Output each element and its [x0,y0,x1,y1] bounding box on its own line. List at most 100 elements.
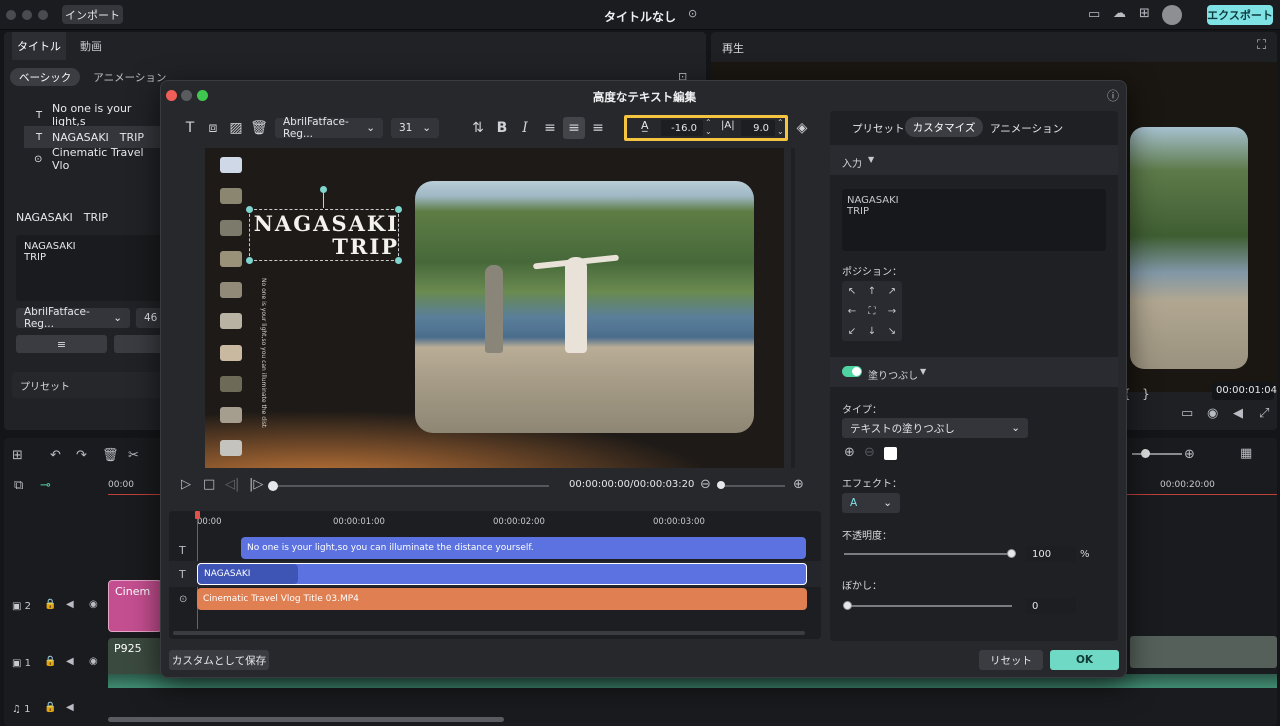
position-bottom-left-icon[interactable]: ↙ [843,322,861,340]
next-frame-icon[interactable]: |▷ [249,477,263,492]
align-right-icon[interactable]: ≡ [563,117,585,139]
edit-canvas[interactable]: NAGASAKI TRIP No one is your light,so yo… [205,148,784,468]
prev-frame-icon[interactable]: ◁| [225,477,239,492]
input-section-header[interactable]: 入力 ▼ [830,145,1118,175]
tab-customize[interactable]: カスタマイズ [905,117,983,137]
add-track-icon[interactable]: ⧉ [14,478,23,493]
position-center-icon[interactable]: ⛶ [863,302,881,320]
playhead-marker[interactable] [195,511,200,519]
position-top-left-icon[interactable]: ↖ [843,282,861,300]
fill-type-select[interactable]: テキストの塗りつぶし ⌄ [842,418,1028,438]
text-item-subtitle[interactable]: T No one is your light,s [24,102,164,128]
tab-animation[interactable]: アニメーション [990,121,1063,136]
delete-icon[interactable]: 🗑 [248,117,270,139]
position-bottom-icon[interactable]: ↓ [863,322,881,340]
save-as-custom-button[interactable]: カスタムとして保存 [169,650,269,670]
tab-video[interactable]: 動画 [66,32,116,60]
subtitle-clip[interactable]: No one is your light,so you can illumina… [241,537,806,559]
link-icon[interactable]: ⊸ [40,478,51,493]
position-left-icon[interactable]: ← [843,302,861,320]
text-input-area[interactable]: NAGASAKI TRIP [16,235,164,301]
preset-section[interactable]: プリセット [12,372,164,398]
volume-icon[interactable]: ◀ [66,656,74,667]
remove-color-icon[interactable]: ⊖ [864,445,875,460]
position-right-icon[interactable]: → [883,302,901,320]
export-button[interactable]: エクスポート [1207,5,1273,25]
blur-slider[interactable] [844,605,1012,607]
text-direction-icon[interactable]: ⇅ [467,117,489,139]
add-shape-icon[interactable]: ⧈ [202,117,224,139]
text-item-video[interactable]: ⊙ Cinematic Travel Vlo [24,146,164,172]
caret-down-icon[interactable]: ▼ [920,367,926,376]
char-spacing-input[interactable]: -16.0 [661,120,703,136]
position-bottom-right-icon[interactable]: ↘ [883,322,901,340]
lock-icon[interactable]: 🔒 [44,599,56,610]
align-button[interactable]: ≡ [16,335,107,353]
line-spacing-stepper[interactable]: ⌃ ⌄ [777,118,784,136]
zoom-in-icon[interactable]: ⊕ [1184,447,1195,462]
zoom-slider-knob[interactable] [717,481,725,489]
position-top-icon[interactable]: ↑ [863,282,881,300]
apps-icon[interactable]: ⊞ [1139,6,1150,21]
eye-icon[interactable]: ◉ [89,656,98,667]
bold-icon[interactable]: B [491,117,513,139]
video-clip[interactable]: Cinematic Travel Vlog Title 03.MP4 [197,588,807,610]
zoom-in-icon[interactable]: ⊕ [793,477,804,492]
play-icon[interactable]: ▷ [181,477,191,492]
zoom-slider-knob[interactable] [1141,449,1150,458]
grid-menu-icon[interactable]: ▦ [1240,446,1252,461]
braces-icon[interactable]: { } [1123,387,1150,401]
tab-title[interactable]: タイトル [12,32,66,60]
camera-icon[interactable]: ◉ [1207,406,1218,421]
effect-select[interactable]: A ⌄ [842,493,900,513]
zoom-slider[interactable] [717,485,785,487]
opacity-slider[interactable] [844,553,1012,555]
fill-toggle[interactable] [842,366,862,377]
text-input-area[interactable]: NAGASAKI TRIP [842,189,1106,251]
screen-icon[interactable]: ▭ [1088,7,1100,22]
font-size-select[interactable]: 31 ⌄ [391,118,439,138]
waveform-icon[interactable]: ⛶ [1257,38,1266,53]
layers-icon[interactable]: ◈ [791,117,813,139]
italic-icon[interactable]: I [514,117,536,139]
zoom-slider[interactable] [1132,453,1182,455]
scissors-icon[interactable]: ✂ [128,448,139,463]
volume-icon[interactable]: ◀ [66,599,74,610]
avatar[interactable] [1162,5,1182,25]
blur-slider-knob[interactable] [843,601,852,610]
add-color-icon[interactable]: ⊕ [844,445,855,460]
delete-icon[interactable]: 🗑 [102,448,119,463]
char-spacing-stepper[interactable]: ⌃ ⌄ [705,118,712,136]
cloud-icon[interactable]: ☁ [1113,6,1126,21]
zoom-out-icon[interactable]: ⊖ [700,477,711,492]
ok-button[interactable]: OK [1050,650,1119,670]
add-image-icon[interactable]: ▨ [225,117,247,139]
canvas-vertical-text[interactable]: No one is your light,so you can illumina… [257,278,267,428]
line-spacing-input[interactable]: 9.0 [741,120,775,136]
redo-icon[interactable]: ↷ [76,448,87,463]
align-left-icon[interactable]: ≡ [539,117,561,139]
lock-icon[interactable]: 🔒 [44,702,56,713]
text-item-title[interactable]: T NAGASAKI TRIP [24,126,164,148]
fill-color-swatch[interactable] [884,447,897,460]
lock-icon[interactable]: 🔒 [44,656,56,667]
subtab-basic[interactable]: ベーシック [10,68,81,86]
help-icon[interactable]: ⓘ [1107,87,1119,104]
blur-input[interactable]: 0 [1026,598,1076,614]
position-top-right-icon[interactable]: ↗ [883,282,901,300]
canvas-scrollbar[interactable] [791,148,795,468]
volume-icon[interactable]: ◀ [1233,406,1243,421]
playback-progress-track[interactable] [273,485,549,487]
monitor-icon[interactable]: ▭ [1181,406,1193,421]
tab-preset[interactable]: プリセット [852,121,905,136]
rotate-handle[interactable] [320,186,327,193]
opacity-slider-knob[interactable] [1007,549,1016,558]
font-select[interactable]: AbrilFatface-Reg... ⌄ [16,306,130,330]
undo-icon[interactable]: ↶ [50,448,61,463]
stop-icon[interactable]: □ [203,477,215,492]
style-button[interactable] [114,335,164,353]
font-select[interactable]: AbrilFatface-Reg... ⌄ [275,116,383,140]
align-center-icon[interactable]: ≡ [587,117,609,139]
title-clip-selection[interactable]: NAGASAKI [198,564,298,584]
timeline-scrollbar[interactable] [173,631,805,635]
